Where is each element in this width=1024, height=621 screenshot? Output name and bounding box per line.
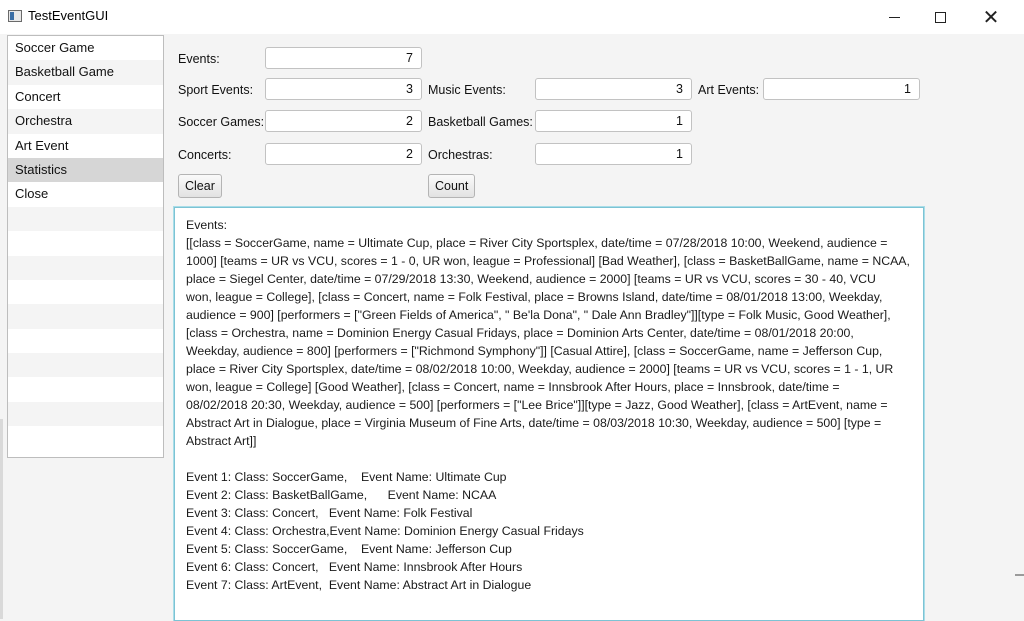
music-events-label: Music Events: bbox=[428, 83, 506, 97]
output-line: audience = 900] [performers = ["Green Fi… bbox=[186, 308, 891, 322]
output-line: Weekday, audience = 800] [performers = [… bbox=[186, 344, 883, 358]
list-empty-row bbox=[8, 353, 163, 378]
list-empty-row bbox=[8, 280, 163, 304]
event-type-list[interactable]: Soccer Game Basketball Game Concert Orch… bbox=[7, 35, 164, 458]
output-line: Events: bbox=[186, 218, 228, 232]
sidebar-item-concert[interactable]: Concert bbox=[8, 85, 163, 109]
soccer-games-field[interactable]: 2 bbox=[265, 110, 422, 132]
output-line: Event 2: Class: BasketBallGame, Event Na… bbox=[186, 488, 497, 502]
basketball-games-label: Basketball Games: bbox=[428, 115, 533, 129]
count-button[interactable]: Count bbox=[428, 174, 476, 198]
output-line: Event 6: Class: Concert, Event Name: Inn… bbox=[186, 560, 523, 574]
art-events-label: Art Events: bbox=[698, 83, 760, 97]
window-edge bbox=[0, 419, 3, 619]
list-empty-row bbox=[8, 206, 163, 232]
window-title: TestEventGUI bbox=[28, 8, 109, 23]
sidebar-item-orchestra[interactable]: Orchestra bbox=[8, 109, 163, 134]
output-line: [class = Orchestra, name = Dominion Ener… bbox=[186, 326, 854, 340]
orchestras-label: Orchestras: bbox=[428, 148, 493, 162]
sidebar-item-close[interactable]: Close bbox=[8, 182, 163, 206]
list-empty-row bbox=[8, 401, 163, 427]
maximize-icon bbox=[934, 11, 946, 23]
events-count-field[interactable]: 7 bbox=[265, 47, 422, 69]
list-empty-row bbox=[8, 377, 163, 401]
list-empty-row bbox=[8, 426, 163, 450]
basketball-games-field[interactable]: 1 bbox=[535, 110, 692, 132]
concerts-field[interactable]: 2 bbox=[265, 143, 422, 165]
concerts-label: Concerts: bbox=[178, 148, 232, 162]
sidebar-item-statistics[interactable]: Statistics bbox=[8, 157, 163, 183]
output-line: [[class = SoccerGame, name = Ultimate Cu… bbox=[186, 236, 888, 250]
output-line: won, league = College], [class = Concert… bbox=[186, 290, 883, 304]
output-line: Event 1: Class: SoccerGame, Event Name: … bbox=[186, 470, 507, 484]
output-line: 08/02/2018 20:30, Weekday, audience = 50… bbox=[186, 398, 888, 412]
output-line: Event 4: Class: Orchestra,Event Name: Do… bbox=[186, 524, 584, 538]
output-line: place = Siegel Center, date/time = 07/29… bbox=[186, 272, 876, 286]
art-events-field[interactable]: 1 bbox=[763, 78, 920, 100]
output-line: 1000] [teams = UR vs VCU, scores = 1 - 0… bbox=[186, 254, 910, 268]
maximize-button[interactable] bbox=[917, 0, 963, 34]
output-line: Event 5: Class: SoccerGame, Event Name: … bbox=[186, 542, 512, 556]
title-bar: TestEventGUI ✕ bbox=[0, 0, 1024, 34]
sidebar-item-art-event[interactable]: Art Event bbox=[8, 134, 163, 158]
output-text: Events: [[class = SoccerGame, name = Ulti… bbox=[186, 216, 912, 594]
output-line: Event 3: Class: Concert, Event Name: Fol… bbox=[186, 506, 473, 520]
window-edge bbox=[1015, 574, 1024, 576]
minimize-icon bbox=[888, 16, 900, 18]
orchestras-field[interactable]: 1 bbox=[535, 143, 692, 165]
list-empty-row bbox=[8, 304, 163, 329]
list-empty-row bbox=[8, 329, 163, 353]
sidebar-item-soccer-game[interactable]: Soccer Game bbox=[8, 36, 163, 60]
output-line: Abstract Art in Dialogue, place = Virgin… bbox=[186, 416, 882, 430]
events-label: Events: bbox=[178, 52, 220, 66]
sport-events-field[interactable]: 3 bbox=[265, 78, 422, 100]
list-empty-row bbox=[8, 255, 163, 280]
soccer-games-label: Soccer Games: bbox=[178, 115, 265, 129]
window-content: Soccer Game Basketball Game Concert Orch… bbox=[0, 34, 1024, 621]
close-icon: ✕ bbox=[982, 6, 1000, 29]
close-window-button[interactable]: ✕ bbox=[968, 0, 1014, 34]
list-empty-row bbox=[8, 231, 163, 255]
minimize-button[interactable] bbox=[871, 0, 917, 34]
music-events-field[interactable]: 3 bbox=[535, 78, 692, 100]
output-line: Abstract Art]] bbox=[186, 434, 257, 448]
output-line: place = River City Sportsplex, date/time… bbox=[186, 362, 894, 376]
app-window-icon bbox=[8, 10, 22, 22]
sport-events-label: Sport Events: bbox=[178, 83, 254, 97]
sidebar-item-basketball-game[interactable]: Basketball Game bbox=[8, 60, 163, 85]
clear-button[interactable]: Clear bbox=[178, 174, 222, 198]
output-line: won, league = College] [Good Weather], [… bbox=[186, 380, 840, 394]
output-line: Event 7: Class: ArtEvent, Event Name: Ab… bbox=[186, 578, 532, 592]
output-text-area[interactable]: Events: [[class = SoccerGame, name = Ulti… bbox=[174, 207, 924, 621]
